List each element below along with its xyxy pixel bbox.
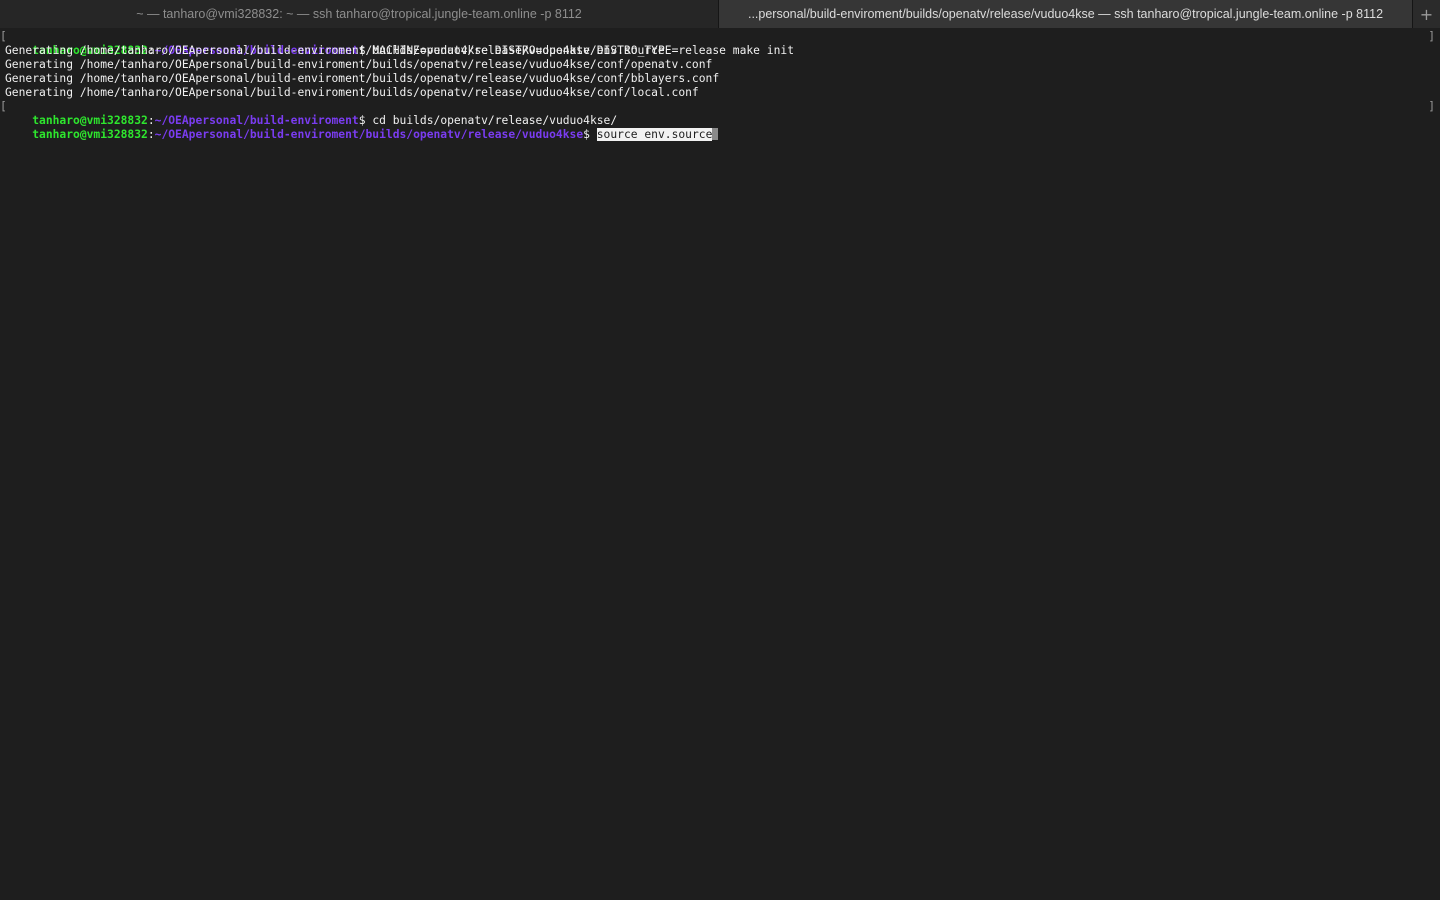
terminal-line-prompt: tanharo@vmi328832:~/OEApersonal/build-en… bbox=[5, 114, 1440, 141]
terminal-output-line: Generating /home/tanharo/OEApersonal/bui… bbox=[5, 72, 720, 85]
terminal-output-line: Generating /home/tanharo/OEApersonal/bui… bbox=[5, 58, 713, 71]
mark-bracket-left: [ bbox=[0, 30, 7, 43]
mark-bracket-left: [ bbox=[0, 100, 7, 113]
tab-build-ssh[interactable]: ...personal/build-enviroment/builds/open… bbox=[719, 0, 1412, 28]
tab-home-ssh[interactable]: ~ — tanharo@vmi328832: ~ — ssh tanharo@t… bbox=[0, 0, 719, 28]
prompt-colon: : bbox=[147, 128, 155, 141]
new-tab-button[interactable]: + bbox=[1412, 0, 1440, 28]
tab-label: ~ — tanharo@vmi328832: ~ — ssh tanharo@t… bbox=[136, 7, 582, 21]
mark-bracket-right: ] bbox=[1428, 100, 1435, 113]
prompt-path: ~/OEApersonal/build-enviroment/builds/op… bbox=[154, 128, 584, 141]
tab-bar: ~ — tanharo@vmi328832: ~ — ssh tanharo@t… bbox=[0, 0, 1440, 28]
terminal-output-line: Generating /home/tanharo/OEApersonal/bui… bbox=[5, 86, 699, 99]
prompt-dollar: $ bbox=[583, 128, 597, 141]
terminal-output-line: Generating /home/tanharo/OEApersonal/bui… bbox=[5, 44, 665, 57]
tab-label: ...personal/build-enviroment/builds/open… bbox=[747, 7, 1384, 21]
selected-command-text[interactable]: source env.source bbox=[596, 128, 713, 141]
terminal-output[interactable]: [tanharo@vmi328832:~/OEApersonal/build-e… bbox=[0, 30, 1440, 900]
mark-bracket-right: ] bbox=[1428, 30, 1435, 43]
text-cursor bbox=[712, 128, 719, 140]
plus-icon: + bbox=[1419, 4, 1434, 24]
terminal-line-prompt: [tanharo@vmi328832:~/OEApersonal/build-e… bbox=[0, 100, 1440, 127]
prompt-user: tanharo@vmi328832 bbox=[32, 128, 148, 141]
terminal-line-prompt: [tanharo@vmi328832:~/OEApersonal/build-e… bbox=[0, 30, 1440, 57]
